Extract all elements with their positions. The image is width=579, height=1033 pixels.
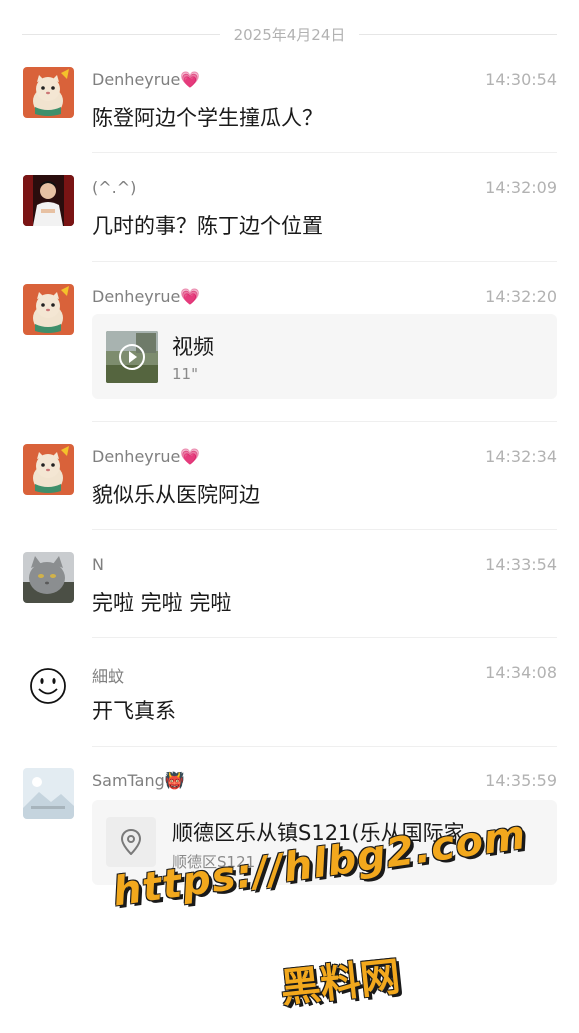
date-separator: 2025年4月24日 bbox=[22, 22, 557, 46]
sender-name[interactable]: Denheyrue💗 bbox=[92, 287, 200, 306]
video-label: 视频 bbox=[172, 335, 214, 359]
message-time: 14:34:08 bbox=[485, 663, 557, 682]
date-label: 2025年4月24日 bbox=[233, 25, 346, 44]
cat-avatar[interactable] bbox=[23, 444, 74, 495]
gray-cat-avatar[interactable] bbox=[23, 552, 74, 603]
message-time: 14:35:59 bbox=[485, 771, 557, 790]
sender-name[interactable]: Denheyrue💗 bbox=[92, 70, 200, 89]
divider-line-left bbox=[22, 33, 220, 35]
message-text[interactable]: 完啦 完啦 完啦 bbox=[92, 587, 231, 617]
watermark-name: 黑料网 bbox=[278, 953, 403, 1013]
landscape-avatar[interactable] bbox=[23, 768, 74, 819]
location-subtitle: 顺德区S121 bbox=[172, 853, 256, 871]
sender-name[interactable]: Denheyrue💗 bbox=[92, 447, 200, 466]
message-divider bbox=[92, 529, 557, 530]
message-text[interactable]: 开飞真系 bbox=[92, 695, 176, 725]
message-text[interactable]: 貌似乐从医院阿边 bbox=[92, 479, 260, 509]
message-time: 14:32:34 bbox=[485, 447, 557, 466]
sender-name[interactable]: N bbox=[92, 555, 104, 574]
video-message-card[interactable]: 视频 11" bbox=[92, 314, 557, 399]
location-title: 顺德区乐从镇S121(乐从国际家… bbox=[172, 821, 486, 845]
message-time: 14:33:54 bbox=[485, 555, 557, 574]
message-divider bbox=[92, 637, 557, 638]
location-pin-icon bbox=[106, 817, 156, 867]
location-message-card[interactable]: 顺德区乐从镇S121(乐从国际家… 顺德区S121 bbox=[92, 800, 557, 885]
message-text[interactable]: 陈登阿边个学生撞瓜人？ bbox=[92, 102, 323, 132]
video-thumbnail[interactable] bbox=[106, 331, 158, 383]
cat-avatar[interactable] bbox=[23, 67, 74, 118]
sender-name[interactable]: (^.^) bbox=[92, 178, 136, 197]
video-duration: 11" bbox=[172, 365, 198, 383]
sender-name[interactable]: SamTang👹 bbox=[92, 771, 185, 790]
message-divider bbox=[92, 421, 557, 422]
message-divider bbox=[92, 152, 557, 153]
message-time: 14:30:54 bbox=[485, 70, 557, 89]
divider-line-right bbox=[359, 33, 557, 35]
sender-name[interactable]: 細蚊 bbox=[92, 663, 124, 687]
message-divider bbox=[92, 746, 557, 747]
message-time: 14:32:20 bbox=[485, 287, 557, 306]
smiley-avatar[interactable] bbox=[23, 660, 74, 711]
message-divider bbox=[92, 261, 557, 262]
watermark: https://hlbg2.com 黑料网 bbox=[110, 812, 570, 1020]
message-time: 14:32:09 bbox=[485, 178, 557, 197]
message-text[interactable]: 几时的事？陈丁边个位置 bbox=[92, 210, 323, 240]
cat-avatar[interactable] bbox=[23, 284, 74, 335]
person-avatar[interactable] bbox=[23, 175, 74, 226]
